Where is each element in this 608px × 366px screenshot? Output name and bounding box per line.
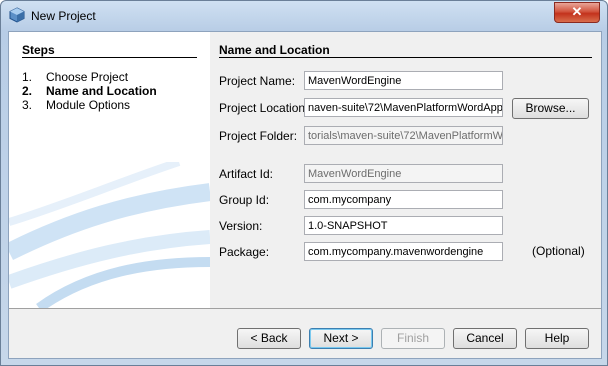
project-name-input[interactable]: MavenWordEngine	[304, 71, 503, 90]
section-title: Name and Location	[219, 43, 330, 57]
step-name-and-location: 2. Name and Location	[22, 84, 157, 98]
version-label: Version:	[219, 219, 263, 233]
steps-divider	[22, 57, 197, 58]
step-choose-project: 1. Choose Project	[22, 70, 128, 84]
project-location-input[interactable]: naven-suite\72\MavenPlatformWordApp	[304, 98, 503, 117]
project-folder-label: Project Folder:	[219, 129, 298, 143]
new-project-dialog: New Project ✕ Steps 1. Choose Project 2. N…	[0, 0, 608, 366]
window-title: New Project	[31, 9, 96, 23]
group-id-input[interactable]: com.mycompany	[304, 190, 503, 209]
finish-button[interactable]: Finish	[381, 328, 445, 349]
back-button[interactable]: < Back	[237, 328, 301, 349]
steps-title: Steps	[22, 43, 55, 57]
name-location-panel: Name and Location Project Name: MavenWor…	[210, 32, 601, 308]
package-label: Package:	[219, 245, 270, 259]
project-folder-field: torials\maven-suite\72\MavenPlatformW	[304, 126, 503, 145]
artifact-id-field: MavenWordEngine	[304, 164, 503, 183]
step-number: 1.	[22, 70, 33, 84]
group-id-label: Group Id:	[219, 193, 270, 207]
step-number: 3.	[22, 98, 33, 112]
step-number: 2.	[22, 84, 33, 98]
decorative-swoosh-graphic	[9, 162, 210, 308]
project-name-label: Project Name:	[219, 74, 296, 88]
package-input[interactable]: com.mycompany.mavenwordengine	[304, 242, 503, 261]
step-label: Name and Location	[46, 84, 157, 98]
cancel-button[interactable]: Cancel	[453, 328, 517, 349]
browse-button[interactable]: Browse...	[512, 98, 589, 119]
button-bar: < Back Next > Finish Cancel Help	[9, 309, 601, 358]
netbeans-cube-icon	[9, 7, 25, 23]
artifact-id-label: Artifact Id:	[219, 167, 274, 181]
step-label: Choose Project	[46, 70, 129, 84]
section-divider	[219, 57, 592, 58]
title-bar[interactable]: New Project ✕	[1, 1, 607, 31]
project-location-label: Project Location:	[219, 101, 309, 115]
step-module-options: 3. Module Options	[22, 98, 130, 112]
steps-panel: Steps 1. Choose Project 2. Name and Locati…	[9, 32, 210, 308]
step-label: Module Options	[46, 98, 131, 112]
dialog-body: Steps 1. Choose Project 2. Name and Locati…	[8, 31, 602, 359]
close-button[interactable]: ✕	[554, 2, 600, 23]
help-button[interactable]: Help	[525, 328, 589, 349]
version-input[interactable]: 1.0-SNAPSHOT	[304, 216, 503, 235]
package-optional-note: (Optional)	[532, 244, 585, 258]
next-button[interactable]: Next >	[309, 328, 373, 349]
